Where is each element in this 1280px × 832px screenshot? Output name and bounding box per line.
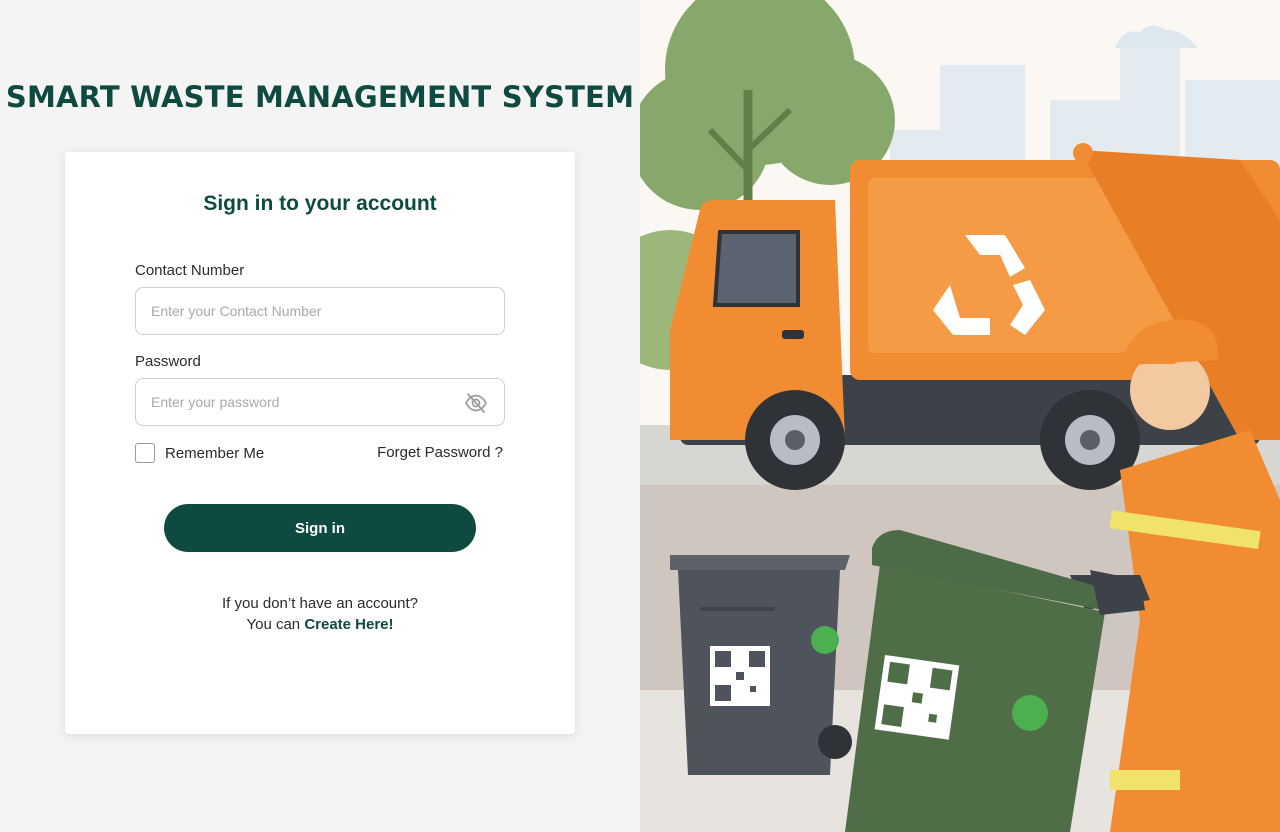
qr-code-icon bbox=[874, 655, 960, 740]
create-account-link[interactable]: Create Here! bbox=[304, 616, 393, 633]
remember-me-checkbox[interactable] bbox=[135, 443, 155, 463]
contact-number-label: Contact Number bbox=[135, 262, 245, 279]
login-card: Sign in to your account Contact Number P… bbox=[65, 152, 575, 734]
remember-me[interactable]: Remember Me bbox=[135, 443, 264, 463]
contact-number-input[interactable] bbox=[151, 288, 451, 334]
app-title: SMART WASTE MANAGEMENT SYSTEM bbox=[5, 80, 635, 114]
create-account-prompt: If you don’t have an account? You can Cr… bbox=[65, 593, 575, 635]
contact-number-field bbox=[135, 287, 505, 335]
no-account-text: If you don’t have an account? bbox=[222, 595, 418, 612]
password-input[interactable] bbox=[151, 379, 451, 425]
sign-in-button[interactable]: Sign in bbox=[164, 504, 476, 552]
create-account-line: You can Create Here! bbox=[65, 614, 575, 635]
you-can-text: You can bbox=[246, 616, 301, 633]
login-heading: Sign in to your account bbox=[203, 192, 437, 215]
qr-code-icon bbox=[710, 646, 770, 706]
gray-waste-bin bbox=[670, 555, 852, 775]
remember-me-label: Remember Me bbox=[165, 444, 265, 462]
forgot-password-link[interactable]: Forget Password ? bbox=[377, 444, 503, 461]
password-field bbox=[135, 378, 505, 426]
hero-illustration bbox=[640, 0, 1280, 832]
password-label: Password bbox=[135, 353, 201, 370]
login-panel: SMART WASTE MANAGEMENT SYSTEM Sign in to… bbox=[0, 0, 640, 832]
eye-off-icon[interactable] bbox=[464, 391, 488, 415]
waste-collection-illustration bbox=[640, 0, 1280, 832]
